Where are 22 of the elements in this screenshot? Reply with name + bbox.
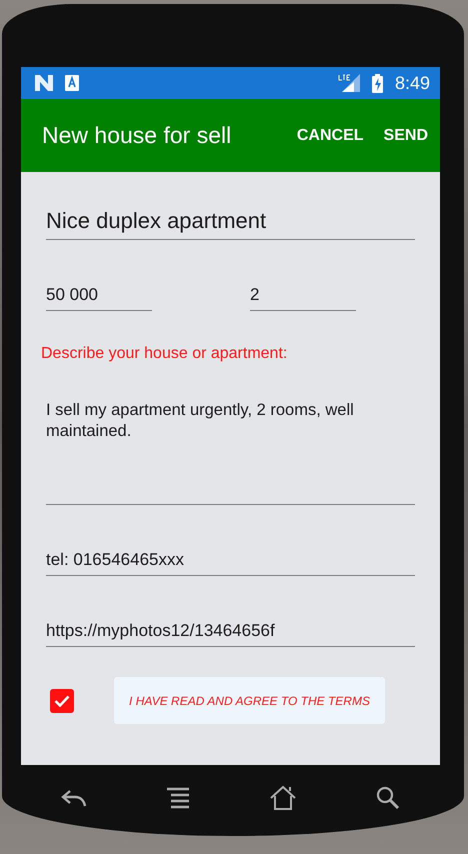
input-field[interactable]: 50 000: [46, 284, 152, 311]
n-logo-icon: [35, 75, 53, 91]
home-icon[interactable]: [270, 786, 296, 810]
action-button[interactable]: CANCEL: [296, 122, 364, 148]
back-icon[interactable]: [61, 788, 88, 808]
terms-button[interactable]: I HAVE READ AND AGREE TO THE TERMS: [114, 677, 385, 724]
screen-title: New house for sell: [42, 122, 232, 149]
app-notification-icon: [65, 75, 79, 91]
input-field[interactable]: Nice duplex apartment: [46, 206, 415, 240]
signal-icon: [338, 74, 360, 92]
checkbox[interactable]: [50, 688, 74, 712]
field-label: Describe your house or apartment:: [41, 344, 288, 364]
action-button[interactable]: SEND: [384, 122, 428, 148]
input-field[interactable]: 2: [250, 284, 356, 311]
clock-time: 8:49: [394, 72, 430, 94]
input-field[interactable]: https://myphotos12/13464656f: [46, 620, 415, 647]
input-field[interactable]: tel: 016546465xxx: [46, 549, 415, 576]
battery-charging-icon: [372, 74, 383, 92]
input-field[interactable]: I sell my apartment urgently, 2 rooms, well maintained.: [46, 400, 415, 505]
menu-icon[interactable]: [167, 787, 190, 809]
checkmark-icon: [54, 694, 70, 706]
search-icon[interactable]: [376, 786, 400, 810]
